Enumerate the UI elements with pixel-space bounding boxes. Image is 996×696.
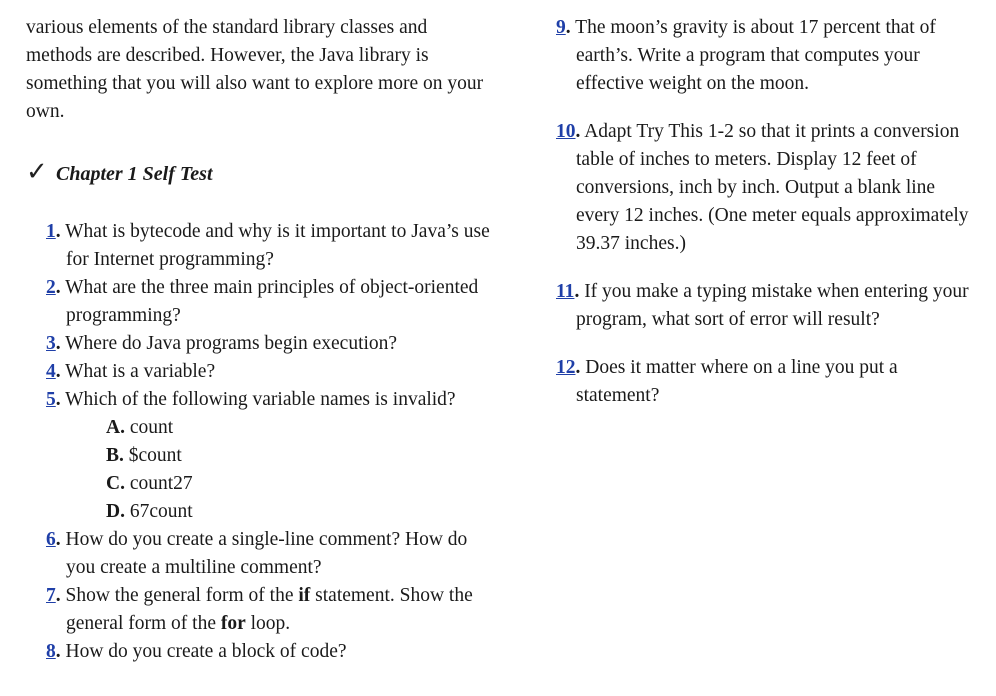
question-12-text: Does it matter where on a line you put a… (576, 357, 898, 406)
choice-c: C. count27 (26, 470, 496, 498)
question-12-link[interactable]: 12 (556, 357, 576, 378)
question-6: 6. How do you create a single-line comme… (46, 529, 468, 578)
question-10-link[interactable]: 10 (556, 121, 576, 142)
keyword-for: for (220, 613, 246, 634)
choice-b-text: $count (128, 445, 182, 466)
question-6-text: How do you create a single-line comment?… (65, 529, 468, 578)
question-5: 5. Which of the following variable names… (46, 389, 456, 410)
choice-b: B. $count (26, 442, 496, 470)
question-5-text: Which of the following variable names is… (65, 389, 456, 410)
question-5-choices: A. count B. $count C. count27 D. 67count (26, 414, 496, 526)
choice-d: D. 67count (26, 498, 496, 526)
question-5-link[interactable]: 5 (46, 389, 56, 410)
question-2-link[interactable]: 2 (46, 277, 56, 298)
question-11-link[interactable]: 11 (556, 281, 574, 302)
question-9: 9. The moon’s gravity is about 17 percen… (556, 17, 936, 94)
choice-a: A. count (26, 414, 496, 442)
right-column: 9. The moon’s gravity is about 17 percen… (556, 14, 976, 410)
question-12: 12. Does it matter where on a line you p… (556, 357, 898, 406)
question-3-text: Where do Java programs begin execution? (65, 333, 398, 354)
question-2-text: What are the three main principles of ob… (65, 277, 479, 326)
choice-a-letter: A. (106, 417, 125, 438)
question-2: 2. What are the three main principles of… (46, 277, 479, 326)
question-9-link[interactable]: 9 (556, 17, 566, 38)
question-9-text: The moon’s gravity is about 17 percent t… (575, 17, 936, 94)
choice-b-letter: B. (106, 445, 124, 466)
question-1-link[interactable]: 1 (46, 221, 56, 242)
question-7: 7. Show the general form of the if state… (46, 585, 473, 634)
question-1: 1. What is bytecode and why is it import… (46, 221, 490, 270)
question-11: 11. If you make a typing mistake when en… (556, 281, 969, 330)
question-3: 3. Where do Java programs begin executio… (46, 333, 398, 354)
question-7-link[interactable]: 7 (46, 585, 56, 606)
question-10-text: Adapt Try This 1-2 so that it prints a c… (576, 121, 969, 254)
choice-d-letter: D. (106, 501, 125, 522)
left-column: various elements of the standard library… (26, 14, 496, 666)
question-4: 4. What is a variable? (46, 361, 216, 382)
choice-c-letter: C. (106, 473, 125, 494)
self-test-title: Chapter 1 Self Test (56, 163, 213, 185)
choice-a-text: count (129, 417, 174, 438)
choice-c-text: count27 (129, 473, 193, 494)
question-7-text-c: loop. (245, 613, 291, 634)
question-4-link[interactable]: 4 (46, 361, 56, 382)
question-list-left-cont: 6. How do you create a single-line comme… (26, 526, 496, 666)
question-10: 10. Adapt Try This 1-2 so that it prints… (556, 121, 969, 254)
question-3-link[interactable]: 3 (46, 333, 56, 354)
checkmark-icon: ✓ (26, 157, 48, 187)
self-test-heading: ✓ Chapter 1 Self Test (26, 158, 496, 198)
question-list-left: 1. What is bytecode and why is it import… (26, 218, 496, 414)
question-1-text: What is bytecode and why is it important… (65, 221, 490, 270)
question-8: 8. How do you create a block of code? (46, 641, 347, 662)
question-11-text: If you make a typing mistake when enteri… (576, 281, 969, 330)
question-7-text-a: Show the general form of the (65, 585, 299, 606)
intro-paragraph: various elements of the standard library… (26, 17, 484, 122)
question-4-text: What is a variable? (65, 361, 216, 382)
question-8-link[interactable]: 8 (46, 641, 56, 662)
keyword-if: if (298, 585, 311, 606)
question-6-link[interactable]: 6 (46, 529, 56, 550)
question-8-text: How do you create a block of code? (65, 641, 347, 662)
choice-d-text: 67count (129, 501, 193, 522)
